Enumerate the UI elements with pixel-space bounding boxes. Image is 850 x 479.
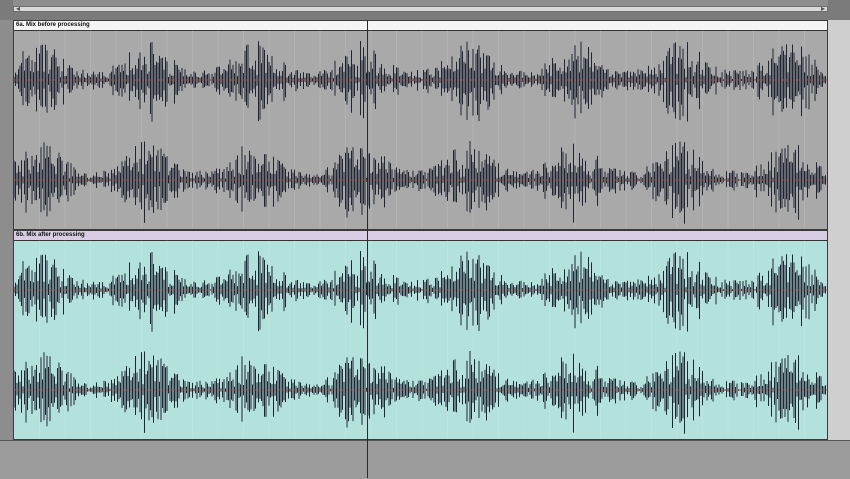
waveform-before bbox=[14, 30, 827, 229]
scroll-left-icon[interactable]: ◂ bbox=[16, 4, 20, 14]
waveform-channel-1 bbox=[14, 41, 826, 122]
track-right-gutter bbox=[828, 20, 850, 440]
empty-track-area[interactable] bbox=[0, 440, 850, 479]
waveform-after bbox=[14, 240, 827, 439]
waveform-channel-2 bbox=[14, 351, 826, 434]
waveform-channel-2 bbox=[14, 141, 826, 224]
audio-clip-before[interactable]: 6a. Mix before processing bbox=[13, 20, 828, 230]
scroll-right-icon[interactable]: ▸ bbox=[821, 4, 825, 14]
horizontal-scrollbar[interactable]: ◂ ▸ bbox=[13, 4, 828, 14]
track-left-gutter bbox=[0, 20, 13, 440]
audio-clip-after[interactable]: 6b. Mix after processing bbox=[13, 230, 828, 440]
waveform-channel-1 bbox=[14, 251, 826, 332]
playhead-cursor[interactable] bbox=[367, 20, 368, 478]
timeline-header: ◂ ▸ bbox=[0, 0, 850, 20]
